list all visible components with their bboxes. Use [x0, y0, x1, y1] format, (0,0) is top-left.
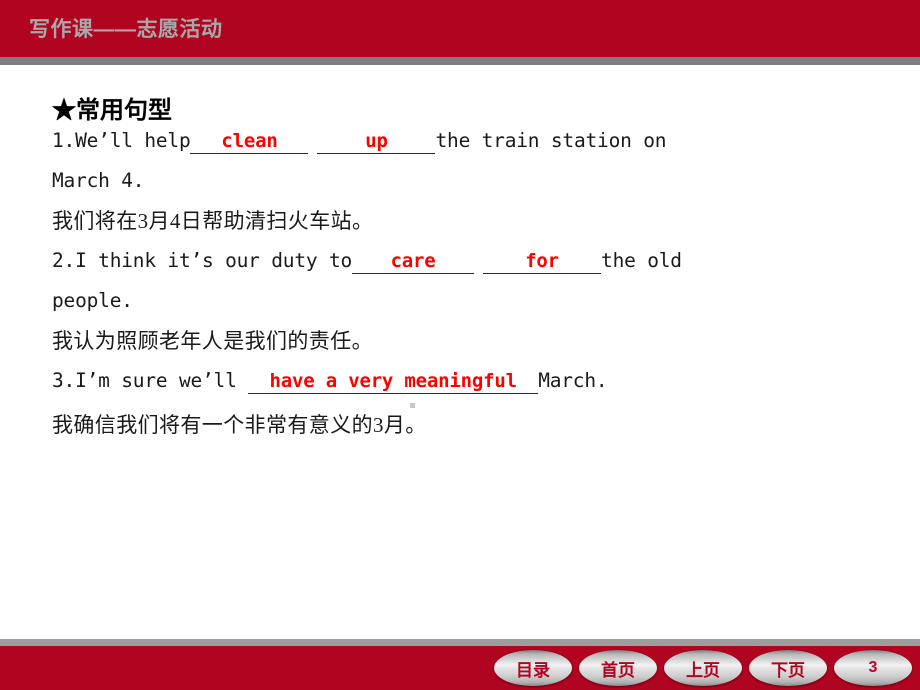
sentence-2-prefix: 2.I think it’s our duty to	[52, 249, 353, 272]
sentence-2-blank-2[interactable]: for	[483, 251, 602, 274]
sentence-3-suffix: March.	[538, 369, 608, 392]
stray-marker	[410, 403, 415, 408]
slide-root: 写作课——志愿活动 ★常用句型 1.We’ll help clean up the t…	[0, 0, 920, 690]
sentence-1-blank-1[interactable]: clean	[190, 131, 309, 154]
nav-button-contents[interactable]: 目录	[494, 650, 572, 686]
sentence-2-wrap: people.	[52, 289, 133, 312]
section-heading: ★常用句型	[52, 98, 172, 124]
sentence-2-line-1: 2.I think it’s our duty to care for the old	[52, 249, 682, 274]
page-number-badge: 3	[834, 650, 912, 686]
sentence-3-line-1: 3.I’m sure we’ll have a very meaningful M…	[52, 369, 608, 394]
sentence-1-line-2: March 4.	[52, 169, 145, 192]
header-divider	[0, 57, 920, 65]
sentence-1-suffix: the train station on	[435, 129, 667, 152]
nav-button-next[interactable]: 下页	[749, 650, 827, 686]
sentence-1-wrap: March 4.	[52, 169, 145, 192]
sentence-2-suffix: the old	[601, 249, 682, 272]
sentence-3-prefix: 3.I’m sure we’ll	[52, 369, 249, 392]
sentence-3-blank-1[interactable]: have a very meaningful	[248, 371, 539, 394]
navigation-buttons: 目录 首页 上页 下页 3	[494, 650, 912, 686]
page-title: 写作课——志愿活动	[29, 18, 223, 41]
sentence-1-translation: 我们将在3月4日帮助清扫火车站。	[52, 205, 373, 235]
sentence-1-prefix: 1.We’ll help	[52, 129, 191, 152]
sentence-3-translation: 我确信我们将有一个非常有意义的3月。	[52, 409, 427, 439]
sentence-1-translation-text: 我们将在3月4日帮助清扫火车站。	[52, 209, 374, 233]
footer-divider	[0, 639, 920, 646]
sentence-1-line-1: 1.We’ll help clean up the train station on	[52, 129, 666, 154]
nav-button-home[interactable]: 首页	[579, 650, 657, 686]
sentence-2-translation-text: 我认为照顾老年人是我们的责任。	[52, 329, 373, 353]
sentence-2-blank-1[interactable]: care	[352, 251, 475, 274]
sentence-2-translation: 我认为照顾老年人是我们的责任。	[52, 325, 373, 355]
sentence-2-line-2: people.	[52, 289, 133, 312]
nav-button-previous[interactable]: 上页	[664, 650, 742, 686]
sentence-1-blank-2[interactable]: up	[317, 131, 436, 154]
sentence-3-translation-text: 我确信我们将有一个非常有意义的3月。	[52, 413, 427, 437]
slide-content: ★常用句型 1.We’ll help clean up the train stati…	[0, 65, 920, 639]
